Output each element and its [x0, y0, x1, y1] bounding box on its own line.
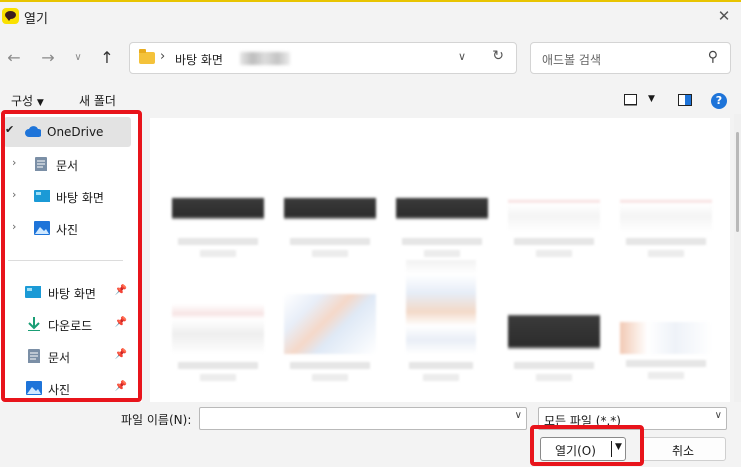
cancel-button-label: 취소 [671, 444, 695, 458]
cancel-button[interactable]: 취소 [640, 437, 726, 461]
blurred-file-name [423, 374, 459, 381]
blurred-thumbnail-image [284, 192, 376, 232]
blurred-thumbnail-image [620, 192, 712, 232]
blurred-file-name [536, 374, 572, 381]
highlight-box-sidebar [1, 110, 142, 402]
blurred-file-name [514, 238, 594, 245]
blurred-file-name [200, 250, 236, 257]
vertical-scrollbar[interactable] [734, 114, 741, 402]
organize-button[interactable]: 구성 ▼ [11, 92, 44, 109]
blurred-file-name [626, 238, 706, 245]
file-list [150, 118, 730, 402]
highlight-box-open-button [530, 425, 644, 466]
filename-input[interactable]: ∨ [199, 407, 527, 430]
blurred-file-name [178, 362, 258, 369]
blurred-file-name [536, 250, 572, 257]
preview-pane-icon[interactable] [678, 94, 692, 106]
search-icon[interactable]: ⚲ [708, 49, 718, 65]
file-list-area [142, 114, 741, 402]
recent-locations-chevron-icon[interactable]: ∨ [67, 46, 89, 70]
up-arrow-icon[interactable]: ↑ [96, 46, 118, 70]
blurred-file-name [648, 372, 684, 379]
blurred-file-name [312, 250, 348, 257]
blurred-file-name [178, 238, 258, 245]
blurred-thumbnail-image [508, 314, 600, 354]
view-mode-icon[interactable] [624, 94, 637, 106]
refresh-icon[interactable]: ↻ [492, 48, 504, 64]
blurred-file-name [409, 362, 473, 369]
blurred-file-name [424, 250, 460, 257]
blurred-thumbnail-image [172, 304, 264, 354]
organize-label: 구성 [11, 94, 34, 108]
address-bar[interactable]: › 바탕 화면 ∨ ↻ [129, 42, 517, 74]
blurred-thumbnail-image [508, 192, 600, 232]
organize-dropdown-icon: ▼ [36, 98, 44, 108]
address-dropdown-icon[interactable]: ∨ [458, 50, 466, 63]
filename-label: 파일 이름(N): [121, 413, 192, 427]
blurred-file-name [290, 238, 370, 245]
blurred-file-name [200, 374, 236, 381]
search-placeholder: 애드볼 검색 [542, 53, 602, 67]
view-dropdown-icon[interactable]: ▼ [648, 94, 655, 104]
blurred-file-name [312, 374, 348, 381]
blurred-thumbnail-image [406, 260, 476, 354]
window-title: 열기 [24, 12, 48, 27]
filename-dropdown-icon[interactable]: ∨ [515, 410, 522, 421]
blurred-thumbnail-image [620, 322, 712, 354]
folder-icon [139, 49, 155, 64]
scrollbar-thumb[interactable] [736, 132, 739, 232]
new-folder-button[interactable]: 새 폴더 [79, 92, 116, 109]
filter-dropdown-icon[interactable]: ∨ [715, 410, 722, 421]
back-arrow-icon[interactable]: ← [3, 46, 25, 70]
blurred-breadcrumb [240, 52, 290, 65]
blurred-thumbnail-image [172, 192, 264, 232]
help-icon[interactable]: ? [711, 93, 727, 109]
blurred-file-name [402, 238, 482, 245]
close-icon[interactable]: ✕ [713, 5, 735, 27]
breadcrumb-separator-icon: › [160, 49, 166, 64]
navigation-bar: ← → ∨ ↑ › 바탕 화면 ∨ ↻ 애드볼 검색 ⚲ [0, 31, 741, 86]
blurred-thumbnail-image [284, 294, 376, 354]
blurred-thumbnail-image [396, 192, 488, 232]
forward-arrow-icon[interactable]: → [37, 46, 59, 70]
kakaotalk-icon [2, 8, 19, 24]
breadcrumb-desktop[interactable]: 바탕 화면 [175, 51, 223, 68]
search-box[interactable]: 애드볼 검색 ⚲ [530, 42, 731, 74]
blurred-file-name [648, 250, 684, 257]
blurred-file-name [626, 360, 706, 367]
blurred-file-name [290, 362, 370, 369]
blurred-file-name [514, 362, 594, 369]
title-bar: 열기 ✕ [0, 0, 741, 31]
